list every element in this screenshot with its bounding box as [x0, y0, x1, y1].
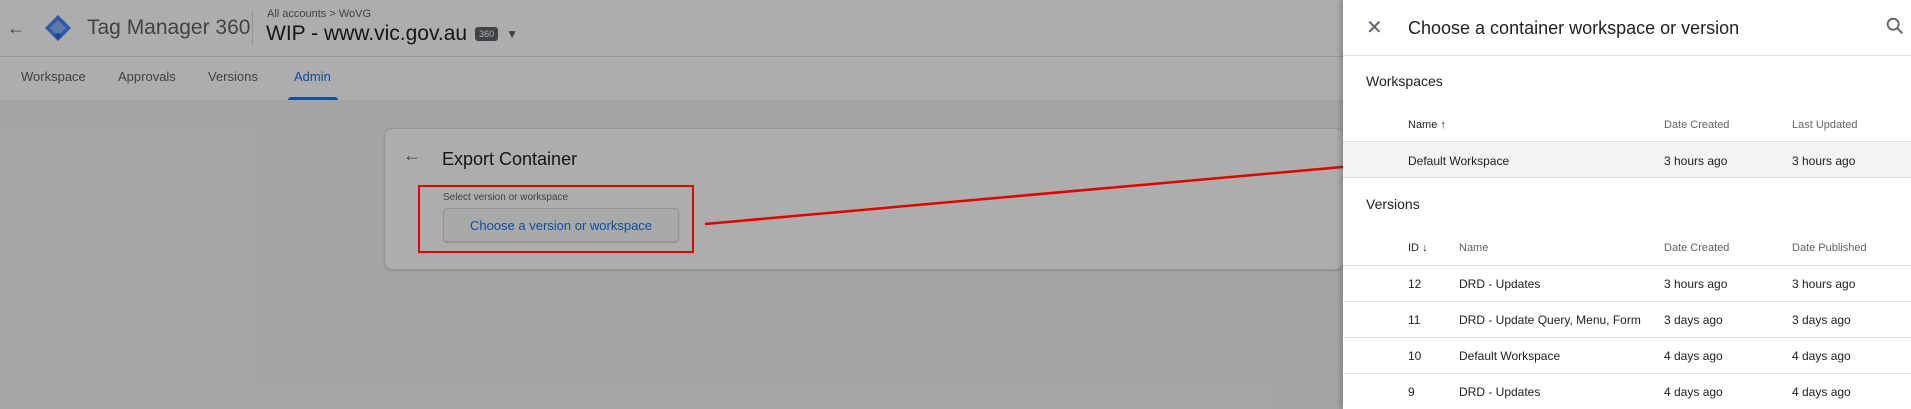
workspace-row[interactable]: Default Workspace 3 hours ago 3 hours ag…	[1343, 142, 1911, 178]
version-id: 9	[1408, 385, 1415, 399]
version-date-published: 4 days ago	[1792, 349, 1851, 363]
version-date-published: 4 days ago	[1792, 385, 1851, 399]
column-header-date-published[interactable]: Date Published	[1792, 242, 1867, 254]
search-icon[interactable]	[1884, 15, 1906, 37]
panel-header: ✕ Choose a container workspace or versio…	[1343, 0, 1911, 56]
column-header-last-updated[interactable]: Last Updated	[1792, 119, 1857, 131]
column-header-name[interactable]: Name ↑	[1408, 119, 1446, 131]
workspace-last-updated: 3 hours ago	[1792, 154, 1856, 168]
version-row[interactable]: 11 DRD - Update Query, Menu, Form 3 days…	[1343, 302, 1911, 338]
version-name: DRD - Updates	[1459, 385, 1541, 399]
workspaces-header-row: Name ↑ Date Created Last Updated	[1343, 108, 1911, 142]
column-header-date-created[interactable]: Date Created	[1664, 119, 1729, 131]
version-row[interactable]: 9 DRD - Updates 4 days ago 4 days ago	[1343, 374, 1911, 409]
panel-title: Choose a container workspace or version	[1408, 18, 1740, 38]
version-date-created: 3 hours ago	[1664, 277, 1728, 291]
version-date-published: 3 hours ago	[1792, 277, 1856, 291]
version-date-created: 3 days ago	[1664, 313, 1723, 327]
column-header-name[interactable]: Name	[1459, 242, 1488, 254]
close-icon[interactable]: ✕	[1366, 15, 1383, 40]
version-name: Default Workspace	[1459, 349, 1561, 363]
annotation-highlight-box	[418, 185, 694, 253]
column-header-date-created[interactable]: Date Created	[1664, 242, 1729, 254]
workspaces-section-title: Workspaces	[1366, 73, 1443, 89]
choose-container-panel: ✕ Choose a container workspace or versio…	[1343, 0, 1911, 409]
workspace-date-created: 3 hours ago	[1664, 154, 1728, 168]
versions-section-title: Versions	[1366, 196, 1420, 212]
version-id: 10	[1408, 349, 1422, 363]
sort-descending-icon: ↓	[1422, 242, 1428, 254]
sort-ascending-icon: ↑	[1440, 119, 1446, 131]
version-id: 12	[1408, 277, 1422, 291]
version-name: DRD - Updates	[1459, 277, 1541, 291]
version-name: DRD - Update Query, Menu, Form	[1459, 313, 1641, 327]
version-row[interactable]: 12 DRD - Updates 3 hours ago 3 hours ago	[1343, 266, 1911, 302]
version-date-published: 3 days ago	[1792, 313, 1851, 327]
column-header-label: Name	[1408, 119, 1438, 131]
version-row[interactable]: 10 Default Workspace 4 days ago 4 days a…	[1343, 338, 1911, 374]
workspace-name: Default Workspace	[1408, 154, 1510, 168]
version-id: 11	[1408, 313, 1421, 327]
column-header-id[interactable]: ID ↓	[1408, 242, 1428, 254]
version-date-created: 4 days ago	[1664, 385, 1723, 399]
column-header-label: ID	[1408, 242, 1419, 254]
version-date-created: 4 days ago	[1664, 349, 1723, 363]
versions-header-row: ID ↓ Name Date Created Date Published	[1343, 231, 1911, 266]
